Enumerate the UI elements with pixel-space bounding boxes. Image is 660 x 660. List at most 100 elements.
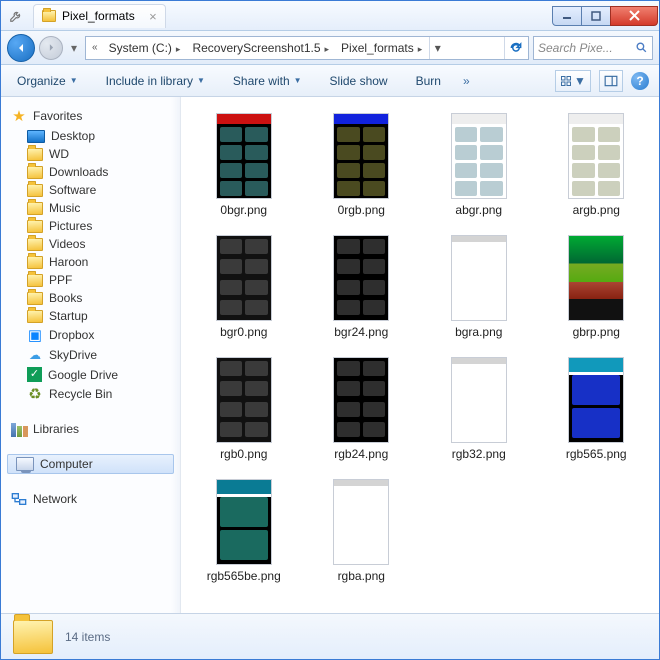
sidebar-item-label: Pictures: [49, 219, 92, 233]
nav-history-dropdown[interactable]: ▾: [67, 37, 81, 59]
file-name: rgb24.png: [334, 447, 388, 461]
file-item[interactable]: bgr0.png: [185, 229, 303, 345]
file-name: bgra.png: [455, 325, 502, 339]
maximize-button[interactable]: [581, 6, 611, 26]
thumbnail: [451, 357, 507, 443]
file-item[interactable]: gbrp.png: [538, 229, 656, 345]
chevron-down-icon: ▼: [70, 76, 78, 85]
sidebar-item[interactable]: Music: [1, 199, 180, 217]
file-item[interactable]: rgb565.png: [538, 351, 656, 467]
folder-icon: [13, 620, 53, 654]
include-library-button[interactable]: Include in library▼: [100, 71, 211, 91]
thumbnail: [333, 479, 389, 565]
file-name: 0rgb.png: [338, 203, 385, 217]
sidebar-item[interactable]: Desktop: [1, 127, 180, 145]
file-item[interactable]: bgra.png: [420, 229, 538, 345]
sidebar-item-label: Dropbox: [49, 328, 94, 342]
file-list[interactable]: 0bgr.png 0rgb.png abgr.png argb.png bgr0…: [181, 97, 659, 613]
sidebar-group-favorites[interactable]: ★ Favorites: [1, 105, 180, 127]
status-bar: 14 items: [1, 613, 659, 659]
file-item[interactable]: rgb32.png: [420, 351, 538, 467]
titlebar[interactable]: Pixel_formats ×: [1, 1, 659, 31]
address-bar[interactable]: « System (C:) RecoveryScreenshot1.5 Pixe…: [85, 36, 529, 60]
address-dropdown-icon[interactable]: ▾: [429, 37, 445, 59]
sidebar-group-network[interactable]: Network: [1, 488, 180, 510]
sidebar-item[interactable]: Downloads: [1, 163, 180, 181]
navigation-pane[interactable]: ★ Favorites Desktop WD DownloadsSoftware Mu…: [1, 97, 181, 613]
file-item[interactable]: bgr24.png: [303, 229, 421, 345]
sidebar-item[interactable]: ✓Google Drive: [1, 365, 180, 384]
breadcrumb-seg[interactable]: Pixel_formats: [336, 39, 427, 57]
back-button[interactable]: [7, 34, 35, 62]
sidebar-item-label: PPF: [49, 273, 72, 287]
network-icon: [11, 491, 27, 507]
refresh-button[interactable]: [504, 37, 526, 59]
sidebar-item[interactable]: PPF: [1, 271, 180, 289]
sidebar-item[interactable]: Haroon: [1, 253, 180, 271]
thumbnail: [451, 113, 507, 199]
burn-button[interactable]: Burn: [410, 71, 447, 91]
file-name: bgr0.png: [220, 325, 267, 339]
view-switcher[interactable]: ▼: [555, 70, 591, 92]
sidebar-item-label: SkyDrive: [49, 348, 97, 362]
sidebar-item-label: Videos: [49, 237, 85, 251]
sidebar-item[interactable]: Videos: [1, 235, 180, 253]
search-input[interactable]: Search Pixe...: [533, 36, 653, 60]
file-name: abgr.png: [455, 203, 502, 217]
explorer-window: Pixel_formats × ▾ « System (C:) Recovery…: [0, 0, 660, 660]
tab-title: Pixel_formats: [62, 9, 135, 23]
sidebar-item-label: Music: [49, 201, 80, 215]
sidebar-item[interactable]: ▣Dropbox: [1, 325, 180, 345]
sidebar-item[interactable]: Pictures: [1, 217, 180, 235]
sidebar-item[interactable]: ☁︎SkyDrive: [1, 345, 180, 365]
file-name: rgb565be.png: [207, 569, 281, 583]
help-button[interactable]: ?: [631, 72, 649, 90]
sidebar-group-computer[interactable]: Computer: [7, 454, 174, 474]
body: ★ Favorites Desktop WD DownloadsSoftware Mu…: [1, 97, 659, 613]
breadcrumb-seg[interactable]: RecoveryScreenshot1.5: [187, 39, 334, 57]
file-item[interactable]: rgba.png: [303, 473, 421, 589]
sidebar-item-label: WD: [49, 147, 69, 161]
thumbnail: [216, 357, 272, 443]
file-item[interactable]: 0rgb.png: [303, 107, 421, 223]
sidebar-group-libraries[interactable]: Libraries: [1, 418, 180, 440]
close-button[interactable]: [610, 6, 658, 26]
file-name: rgb0.png: [220, 447, 267, 461]
star-icon: ★: [11, 108, 27, 124]
sidebar-item[interactable]: ♻Recycle Bin: [1, 384, 180, 404]
folder-icon: [42, 10, 56, 22]
thumbnail: [216, 235, 272, 321]
status-text: 14 items: [65, 630, 110, 644]
file-item[interactable]: rgb0.png: [185, 351, 303, 467]
minimize-button[interactable]: [552, 6, 582, 26]
window-controls: [553, 6, 658, 26]
browser-tab[interactable]: Pixel_formats ×: [33, 4, 166, 28]
slideshow-button[interactable]: Slide show: [324, 71, 394, 91]
file-item[interactable]: 0bgr.png: [185, 107, 303, 223]
file-name: bgr24.png: [334, 325, 388, 339]
sidebar-item[interactable]: Software: [1, 181, 180, 199]
sidebar-item-label: Startup: [49, 309, 88, 323]
breadcrumb-overflow-icon[interactable]: «: [88, 40, 102, 55]
breadcrumb-seg[interactable]: System (C:): [104, 39, 186, 57]
sidebar-item-label: Recycle Bin: [49, 387, 112, 401]
thumbnail: [568, 113, 624, 199]
share-with-button[interactable]: Share with▼: [227, 71, 308, 91]
sidebar-item[interactable]: WD: [1, 145, 180, 163]
organize-button[interactable]: Organize▼: [11, 71, 84, 91]
search-icon[interactable]: [635, 41, 648, 54]
file-name: argb.png: [573, 203, 620, 217]
file-item[interactable]: abgr.png: [420, 107, 538, 223]
thumbnail: [451, 235, 507, 321]
file-item[interactable]: rgb24.png: [303, 351, 421, 467]
file-item[interactable]: rgb565be.png: [185, 473, 303, 589]
sidebar-item[interactable]: Books: [1, 289, 180, 307]
tab-close-icon[interactable]: ×: [149, 10, 157, 23]
sidebar-item-label: Desktop: [51, 129, 95, 143]
thumbnail: [216, 479, 272, 565]
sidebar-item[interactable]: Startup: [1, 307, 180, 325]
preview-pane-button[interactable]: [599, 70, 623, 92]
file-item[interactable]: argb.png: [538, 107, 656, 223]
forward-button[interactable]: [39, 36, 63, 60]
toolbar-overflow-icon[interactable]: »: [463, 74, 470, 88]
